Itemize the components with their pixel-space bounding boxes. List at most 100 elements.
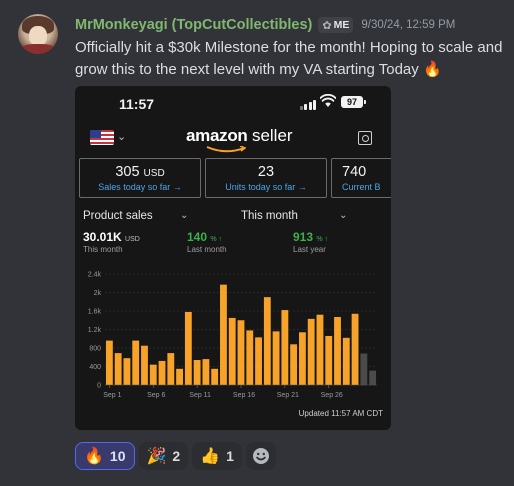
y-tick-label: 1.2k	[88, 327, 102, 334]
tile-sales-today: 305 USD Sales today so far →	[79, 158, 201, 198]
sales-bar	[298, 332, 306, 385]
logo-word-seller: seller	[251, 126, 293, 145]
sales-bar	[255, 337, 262, 385]
metric-summary: 30.01K USD This month 140 % ↑ Last month…	[75, 230, 391, 262]
sales-bar	[263, 297, 271, 385]
sales-bar	[351, 313, 359, 385]
us-flag-icon	[90, 130, 114, 145]
metric-value: 30.01K	[83, 230, 122, 244]
x-tick-label: Sep 1	[103, 392, 121, 399]
chevron-down-icon: ⌄	[180, 210, 189, 221]
avatar-coat	[20, 44, 56, 54]
metric-last-year: 913 % ↑ Last year	[293, 230, 328, 254]
username[interactable]: MrMonkeyagi (TopCutCollectibles)	[75, 17, 312, 33]
tile-value: 23	[257, 164, 275, 180]
add-reaction-button[interactable]	[245, 442, 276, 470]
x-tick-label: Sep 16	[233, 392, 255, 399]
updated-timestamp: Updated 11:57 AM CDT	[298, 409, 383, 418]
reaction-fire[interactable]: 🔥 10	[75, 442, 135, 470]
reaction-thumbs-up[interactable]: 👍 1	[192, 442, 242, 470]
attached-image[interactable]: 11:57 97 ⌄ amazon seller 305 USD Sales t…	[75, 86, 391, 430]
tile-label: Current B	[342, 182, 381, 192]
reaction-count: 2	[172, 448, 181, 464]
metric-selector: Product sales	[83, 210, 153, 222]
reactions-bar: 🔥 10 🎉 2 👍 1	[75, 442, 276, 470]
y-tick-label: 2.4k	[88, 272, 102, 279]
avatar-face	[29, 26, 47, 46]
sales-bar	[272, 331, 280, 385]
sales-bar	[176, 368, 184, 385]
sales-bar	[149, 364, 157, 385]
sales-bar	[123, 358, 131, 385]
fire-emoji-icon: 🔥	[84, 448, 104, 465]
metric-this-month: 30.01K USD This month	[83, 230, 140, 254]
signal-icon	[300, 98, 316, 110]
sales-bar	[114, 353, 122, 385]
x-tick-label: Sep 21	[277, 392, 299, 399]
sales-bar	[141, 345, 148, 385]
metric-value: 140	[187, 230, 208, 244]
sales-bar	[132, 340, 140, 385]
sales-bar	[228, 317, 236, 385]
chevron-down-icon: ⌄	[117, 131, 127, 143]
metric-label: Last month	[187, 245, 227, 254]
party-popper-emoji-icon: 🎉	[146, 448, 167, 465]
fire-emoji-icon: 🔥	[422, 61, 442, 78]
amazon-seller-logo: amazon seller	[186, 126, 296, 154]
metric-label: Last year	[293, 245, 326, 254]
reaction-count: 1	[226, 448, 234, 464]
tile-current-balance: 740 Current B	[331, 158, 391, 198]
message-content: Officially hit a $30k Milestone for the …	[75, 37, 507, 81]
y-tick-label: 2k	[94, 290, 102, 297]
sales-bar	[237, 320, 245, 385]
tile-units-today: 23 Units today so far →	[205, 158, 327, 198]
tile-value: 305	[115, 164, 140, 180]
metric-unit: % ↑	[210, 236, 223, 243]
metric-last-month: 140 % ↑ Last month	[187, 230, 227, 254]
add-reaction-icon	[252, 448, 269, 464]
x-tick-label: Sep 26	[321, 392, 343, 399]
reaction-count: 10	[109, 448, 126, 464]
sales-bar	[167, 353, 175, 385]
status-clock: 11:57	[119, 96, 155, 112]
thumbs-up-emoji-icon: 👍	[200, 448, 221, 465]
scan-icon	[358, 131, 372, 145]
sales-bar	[246, 330, 254, 385]
metric-unit: USD	[125, 236, 140, 243]
metric-value: 913	[293, 230, 314, 244]
pending-bar	[369, 370, 377, 385]
metric-unit: % ↑	[316, 236, 329, 243]
battery-icon: 97	[341, 96, 366, 108]
tile-unit: USD	[143, 168, 165, 179]
message-timestamp[interactable]: 9/30/24, 12:59 PM	[361, 19, 455, 31]
summary-tiles: 305 USD Sales today so far → 23 Units to…	[79, 158, 391, 198]
reaction-party[interactable]: 🎉 2	[138, 442, 189, 470]
wifi-icon	[320, 94, 336, 107]
sales-bar	[281, 310, 289, 385]
daily-sales-chart: 2.4k 2k 1.6k 1.2k 800 400 0Sep 1 Sep 6 Sep 11 Sep…	[88, 272, 377, 399]
sales-bar	[307, 318, 315, 385]
tile-value: 740	[342, 164, 367, 180]
sales-bar	[290, 344, 298, 385]
metric-label: This month	[83, 245, 123, 254]
tile-label: Units today so far →	[225, 182, 307, 192]
user-avatar[interactable]	[18, 14, 58, 54]
sales-bar	[202, 359, 210, 385]
y-tick-label: 1.6k	[88, 309, 102, 316]
sales-bar	[325, 335, 333, 385]
tile-label: Sales today so far →	[98, 182, 182, 192]
period-selector: This month	[241, 210, 298, 222]
seller-app-header: ⌄ amazon seller	[75, 122, 391, 156]
message-header: MrMonkeyagi (TopCutCollectibles) ✿ ME 9/…	[75, 16, 455, 34]
chart-selectors: Product sales ⌄ This month ⌄	[75, 206, 391, 228]
x-tick-label: Sep 6	[147, 392, 165, 399]
sales-bar	[105, 340, 113, 385]
sales-bar	[220, 284, 227, 385]
server-tag-badge[interactable]: ✿ ME	[318, 17, 354, 33]
phone-status-bar: 11:57 97	[75, 86, 391, 120]
sales-bar	[193, 360, 201, 385]
lotus-icon: ✿	[322, 19, 332, 32]
sales-bar	[184, 311, 192, 385]
sales-bar	[211, 368, 219, 385]
chevron-down-icon: ⌄	[339, 210, 348, 221]
